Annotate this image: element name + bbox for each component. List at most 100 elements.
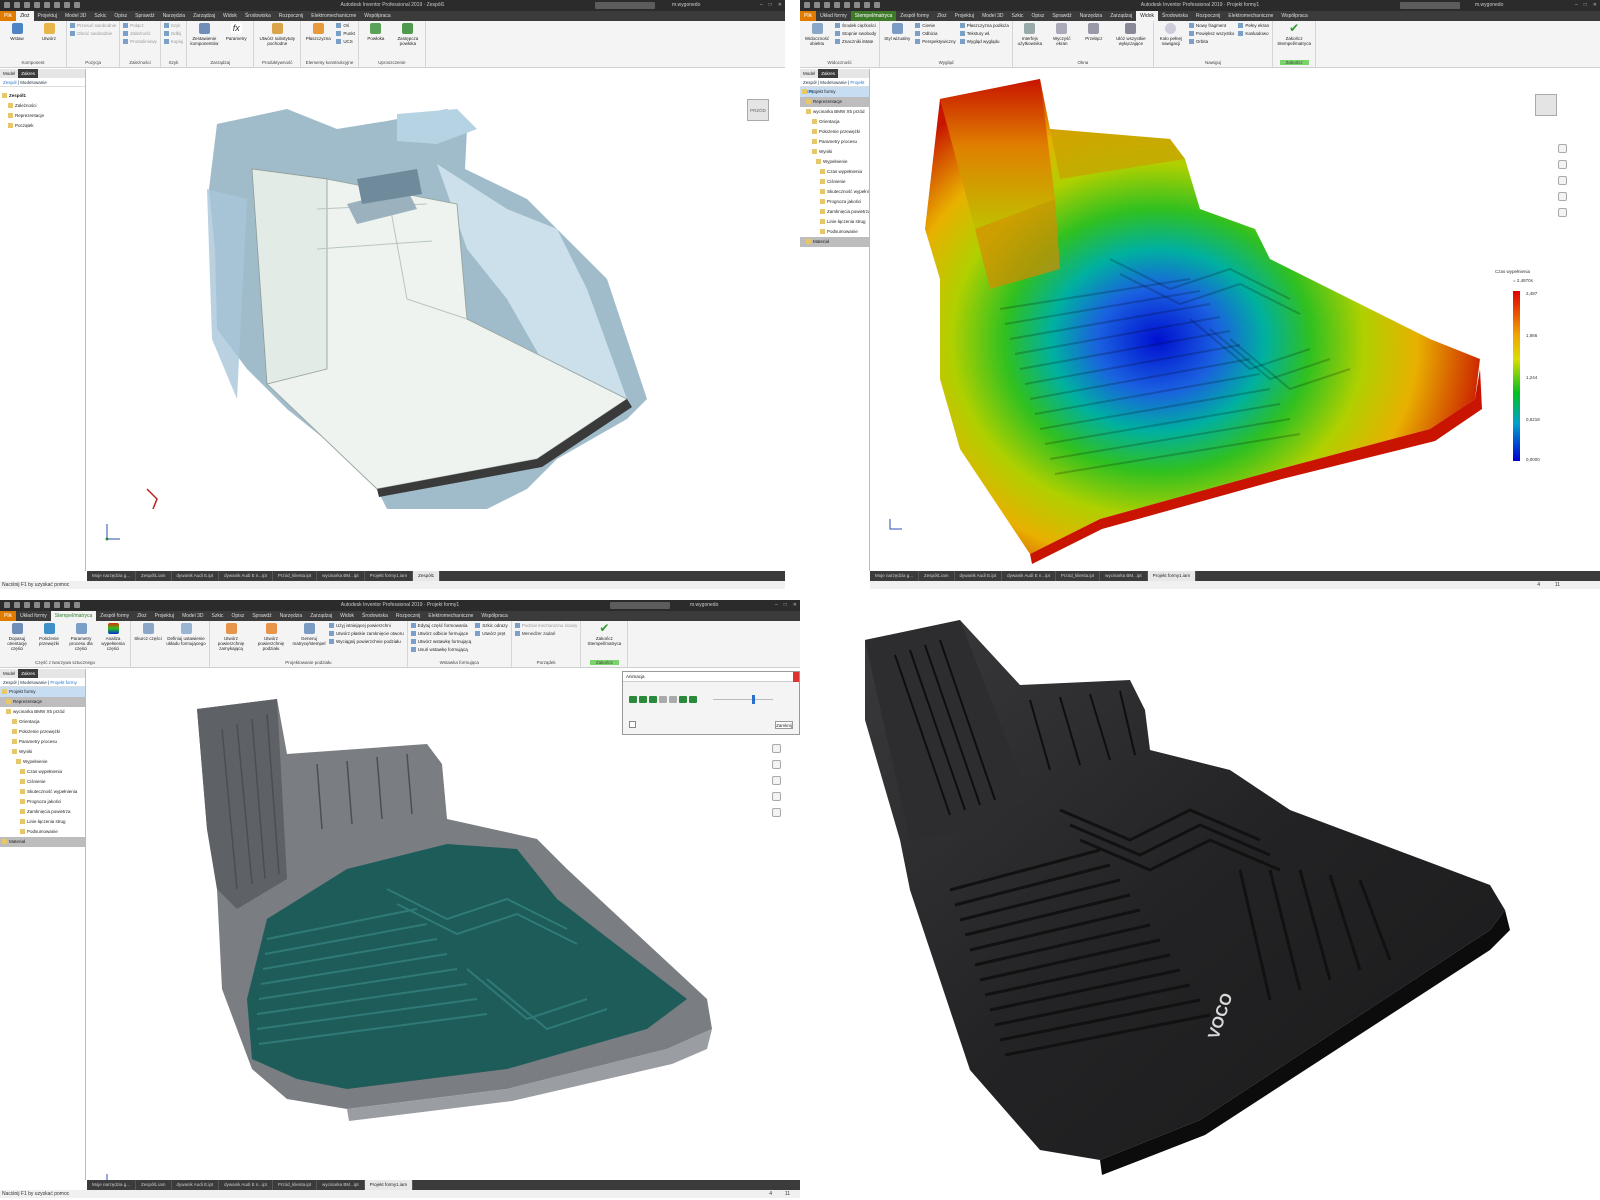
- tab-assemble[interactable]: Złoż: [16, 11, 34, 21]
- window-controls[interactable]: – □ ✕: [1575, 0, 1597, 11]
- tree-node[interactable]: Skuteczność wypełnienia: [800, 187, 869, 197]
- doc-tab[interactable]: Przód_klienta.ipt: [1056, 571, 1101, 581]
- dof-button[interactable]: Stopnie swobody: [835, 31, 876, 36]
- browser-tab-scope[interactable]: Zakres: [818, 69, 839, 78]
- browser-filter-assembly[interactable]: Zespół: [3, 680, 17, 685]
- fill-analysis-button[interactable]: Analiza wypełnienia części: [99, 623, 127, 651]
- tab-view[interactable]: Widok: [219, 11, 241, 21]
- switch-button[interactable]: Przełącz: [1080, 23, 1108, 46]
- tab-environments[interactable]: Środowiska: [358, 611, 392, 621]
- tree-node[interactable]: Parametry procesu: [800, 137, 869, 147]
- browser-tab-model[interactable]: Model: [800, 69, 818, 78]
- tab-mold-assembly[interactable]: Zespół formy: [96, 611, 133, 621]
- task-manager-button[interactable]: Menedżer zadań: [515, 631, 578, 636]
- tab-assemble[interactable]: Złoż: [133, 611, 150, 621]
- tab-inspect[interactable]: Sprawdź: [248, 611, 275, 621]
- doc-tab[interactable]: Zespół1.iam: [136, 571, 172, 581]
- doc-tab[interactable]: dywanik Audi E n...ipt: [219, 571, 273, 581]
- tab-annotate[interactable]: Opisz: [227, 611, 248, 621]
- tree-node[interactable]: Materiał: [0, 837, 85, 847]
- orbit-icon[interactable]: [1558, 176, 1567, 185]
- adjust-orientation-button[interactable]: Dopasuj orientację części: [3, 623, 31, 651]
- arrange-all-button[interactable]: Ułóż wszystkie wyłączające: [1112, 23, 1150, 46]
- new-fragment-button[interactable]: Nowy fragment: [1189, 23, 1235, 28]
- orbit-icon[interactable]: [772, 776, 781, 785]
- tab-environments[interactable]: Środowiska: [241, 11, 275, 21]
- rewind-icon[interactable]: [629, 696, 637, 703]
- tree-node[interactable]: Parametry procesu: [0, 737, 85, 747]
- doc-tab[interactable]: dywanik Audi E n...ipt: [219, 1180, 273, 1190]
- full-screen-button[interactable]: Pełny ekran: [1238, 23, 1269, 28]
- tree-node[interactable]: Wyniki: [0, 747, 85, 757]
- tree-node[interactable]: Zamknięcia powietrza: [0, 807, 85, 817]
- user-interface-button[interactable]: Interfejs użytkownika: [1016, 23, 1044, 46]
- tab-3d-model[interactable]: Model 3D: [61, 11, 90, 21]
- tab-file[interactable]: Plik: [0, 611, 17, 621]
- tree-node[interactable]: Wypełnienie: [0, 757, 85, 767]
- reflections-button[interactable]: Odbicia: [915, 31, 956, 36]
- doc-tab[interactable]: Moje narzędzia g...: [87, 1180, 137, 1190]
- animation-close-button[interactable]: Zamknij: [775, 721, 793, 729]
- tab-view[interactable]: Widok: [336, 611, 358, 621]
- window-controls[interactable]: – □ ✕: [775, 600, 797, 611]
- search-box[interactable]: [595, 2, 655, 9]
- user-name[interactable]: m.wygonedo: [1475, 0, 1503, 11]
- zoom-all-button[interactable]: Powiększ wszystko: [1189, 31, 1235, 36]
- user-name[interactable]: m.wygonedo: [690, 600, 718, 611]
- tab-environments[interactable]: Środowiska: [1158, 11, 1192, 21]
- tree-node[interactable]: Projekt formy: [0, 687, 85, 697]
- tree-node[interactable]: Podsumowanie: [800, 227, 869, 237]
- appearance-button[interactable]: Wygląd wyglądu: [960, 39, 1009, 44]
- place-button[interactable]: Wstaw: [3, 23, 31, 41]
- edit-molding-part-button[interactable]: Edytuj część formowania: [411, 623, 472, 628]
- record-icon[interactable]: [629, 721, 636, 728]
- create-patching-surface-button[interactable]: Utwórz powierzchnię zamykającą: [213, 623, 249, 651]
- tab-annotate[interactable]: Opisz: [110, 11, 131, 21]
- tab-core-cavity[interactable]: Stempel/matryca: [50, 611, 97, 621]
- tab-get-started[interactable]: Rozpocznij: [392, 611, 424, 621]
- tree-node[interactable]: Orientacja: [800, 117, 869, 127]
- mirror-button[interactable]: Odbij: [164, 31, 184, 36]
- browser-filter-assembly[interactable]: Zespół: [803, 80, 817, 85]
- tab-view[interactable]: Widok: [1136, 11, 1159, 21]
- tree-node[interactable]: Reprezentacje: [0, 111, 85, 121]
- create-rod-button[interactable]: Utwórz pręt: [475, 631, 508, 636]
- perspective-button[interactable]: Perspektywiczny: [915, 39, 956, 44]
- derived-substitutes-button[interactable]: Utwórz substytuty pochodne: [257, 23, 297, 46]
- tab-file[interactable]: Plik: [0, 11, 17, 21]
- tree-node[interactable]: Linie łączenia strug: [800, 217, 869, 227]
- browser-tab-scope[interactable]: Zakres: [18, 69, 39, 78]
- wall-split-button[interactable]: Podział mechanizmu ściany: [515, 623, 578, 628]
- tab-sketch[interactable]: Szkic: [1007, 11, 1027, 21]
- tree-node[interactable]: Położenie przewężki: [0, 727, 85, 737]
- flat-patch-button[interactable]: Utwórz płaskie zamknięcie otworu: [329, 631, 404, 636]
- tab-get-started[interactable]: Rozpocznij: [1192, 11, 1224, 21]
- part-shrinkage-button[interactable]: Skurcz części: [134, 623, 162, 646]
- doc-tab[interactable]: Moje narzędzia g...: [870, 571, 920, 581]
- browser-filter-modeling[interactable]: Modelowanie: [20, 680, 47, 685]
- create-runoff-button[interactable]: Utwórz odbicie formujące: [411, 631, 472, 636]
- doc-tab-active[interactable]: Zespół1: [413, 571, 441, 581]
- search-box[interactable]: [1400, 2, 1460, 9]
- animation-slider-thumb[interactable]: [752, 695, 755, 704]
- shadows-button[interactable]: Cienie: [915, 23, 956, 28]
- tab-design[interactable]: Projektuj: [34, 11, 61, 21]
- tab-inspect[interactable]: Sprawdź: [1048, 11, 1075, 21]
- tab-mold-assembly[interactable]: Zespół formy: [896, 11, 933, 21]
- doc-tab[interactable]: dywanik Audi E.ipt: [172, 1180, 220, 1190]
- tree-node[interactable]: Linie łączenia strug: [0, 817, 85, 827]
- graphics-viewport[interactable]: Animacja Zamknij: [87, 669, 800, 1190]
- tab-file[interactable]: Plik: [800, 11, 817, 21]
- close-icon[interactable]: [793, 672, 799, 682]
- bom-button[interactable]: Zestawienie komponentów: [190, 23, 218, 46]
- imate-button[interactable]: Znaczniki iMate: [835, 39, 876, 44]
- tab-mold-layout[interactable]: Układ formy: [816, 11, 851, 21]
- shrinkwrap-substitute-button[interactable]: Zastępcza powłoka: [394, 23, 422, 46]
- animation-slider[interactable]: [713, 699, 773, 700]
- tab-electromechanical[interactable]: Elektromechaniczne: [424, 611, 477, 621]
- tab-tools[interactable]: Narzędzia: [159, 11, 190, 21]
- tree-node[interactable]: Projekt formy: [800, 87, 869, 97]
- browser-filter-modeling[interactable]: Modelowanie: [20, 80, 47, 85]
- full-navigation-wheel-button[interactable]: Koło pełnej nawigacji: [1157, 23, 1185, 46]
- tab-core-cavity[interactable]: Stempel/matryca: [850, 11, 897, 21]
